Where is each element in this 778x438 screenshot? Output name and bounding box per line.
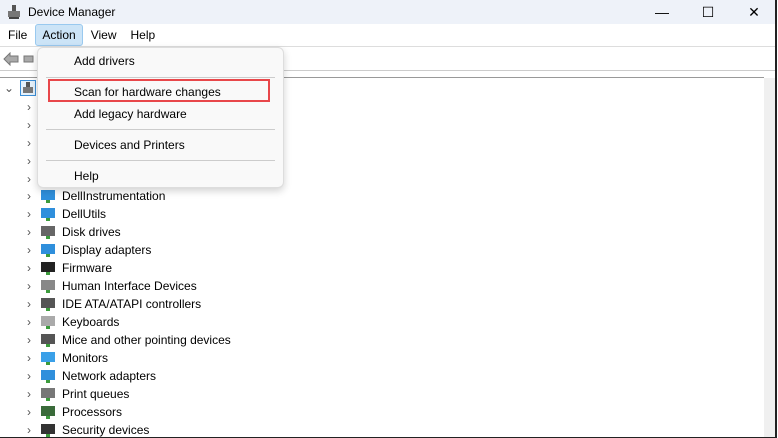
tree-item-label: Keyboards: [62, 315, 120, 329]
chevron-right-icon[interactable]: ›: [24, 403, 34, 421]
printer-icon: [41, 388, 55, 401]
chip-icon: [41, 262, 55, 275]
maximize-button[interactable]: ☐: [688, 0, 728, 24]
network-icon: [41, 370, 55, 383]
tree-item-label: Firmware: [62, 261, 112, 275]
chevron-right-icon[interactable]: ›: [24, 98, 34, 116]
tree-item-label: Processors: [62, 405, 123, 419]
hid-icon: [41, 280, 55, 293]
menu-bar: File Action View Help: [0, 24, 775, 47]
disk-icon: [41, 226, 55, 239]
mouse-icon: [41, 334, 55, 347]
keyboard-icon: [41, 316, 55, 329]
tree-item-label: Human Interface Devices: [62, 279, 197, 293]
chevron-down-icon[interactable]: ⌄: [4, 79, 14, 97]
chevron-right-icon[interactable]: ›: [24, 367, 34, 385]
chevron-right-icon[interactable]: ›: [24, 116, 34, 134]
network-icon: [41, 208, 55, 221]
controller-icon: [41, 298, 55, 311]
menu-help[interactable]: Help: [125, 25, 162, 45]
chevron-right-icon[interactable]: ›: [24, 134, 34, 152]
computer-icon: [20, 80, 36, 96]
chevron-right-icon[interactable]: ›: [24, 313, 34, 331]
minimize-button[interactable]: —: [642, 0, 682, 24]
menu-file[interactable]: File: [2, 25, 33, 45]
chevron-right-icon[interactable]: ›: [24, 277, 34, 295]
chevron-right-icon[interactable]: ›: [24, 241, 34, 259]
device-manager-window: Device Manager — ☐ ✕ File Action View He…: [0, 0, 777, 438]
chevron-right-icon[interactable]: ›: [24, 223, 34, 241]
chevron-right-icon[interactable]: ›: [24, 295, 34, 313]
action-menu: Add drivers Scan for hardware changes Ad…: [37, 47, 284, 188]
menu-item-add-legacy-hardware[interactable]: Add legacy hardware: [74, 107, 187, 121]
chevron-right-icon[interactable]: ›: [24, 187, 34, 205]
chevron-right-icon[interactable]: ›: [24, 205, 34, 223]
chevron-right-icon[interactable]: ›: [24, 259, 34, 277]
vertical-scrollbar[interactable]: [764, 78, 775, 437]
processor-icon: [41, 406, 55, 419]
chevron-right-icon[interactable]: ›: [24, 331, 34, 349]
menu-action[interactable]: Action: [35, 24, 83, 46]
chevron-right-icon[interactable]: ›: [24, 152, 34, 170]
chevron-right-icon[interactable]: ›: [24, 385, 34, 403]
tree-item-label: DellUtils: [62, 207, 107, 221]
menu-item-devices-and-printers[interactable]: Devices and Printers: [74, 138, 185, 152]
menu-item-add-drivers[interactable]: Add drivers: [74, 54, 135, 68]
chevron-right-icon[interactable]: ›: [24, 349, 34, 367]
device-manager-icon: [8, 5, 20, 19]
close-button[interactable]: ✕: [734, 0, 774, 24]
tree-item-label: Print queues: [62, 387, 130, 401]
network-icon: [41, 190, 55, 203]
menu-separator: [46, 160, 275, 161]
tree-item-label: DellInstrumentation: [62, 189, 166, 203]
title-bar: Device Manager — ☐ ✕: [0, 0, 775, 24]
tree-item-label: Network adapters: [62, 369, 157, 383]
chevron-right-icon[interactable]: ›: [24, 170, 34, 188]
tree-item-label: IDE ATA/ATAPI controllers: [62, 297, 202, 311]
tree-item-label: Display adapters: [62, 243, 152, 257]
menu-item-scan-for-hardware-changes[interactable]: Scan for hardware changes: [74, 85, 221, 99]
tree-item-label: Monitors: [62, 351, 109, 365]
tree-item-label: Security devices: [62, 423, 150, 437]
menu-view[interactable]: View: [85, 25, 123, 45]
back-icon[interactable]: [3, 52, 19, 66]
menu-separator: [46, 129, 275, 130]
monitor-icon: [41, 352, 55, 365]
security-icon: [41, 424, 55, 437]
tree-item-label: Mice and other pointing devices: [62, 333, 231, 347]
menu-separator: [46, 77, 275, 78]
display-adapter-icon: [41, 244, 55, 257]
chevron-right-icon[interactable]: ›: [24, 421, 34, 437]
menu-item-help[interactable]: Help: [74, 169, 99, 183]
window-title: Device Manager: [28, 5, 116, 19]
forward-icon[interactable]: [23, 52, 37, 66]
tree-item-label: Disk drives: [62, 225, 121, 239]
